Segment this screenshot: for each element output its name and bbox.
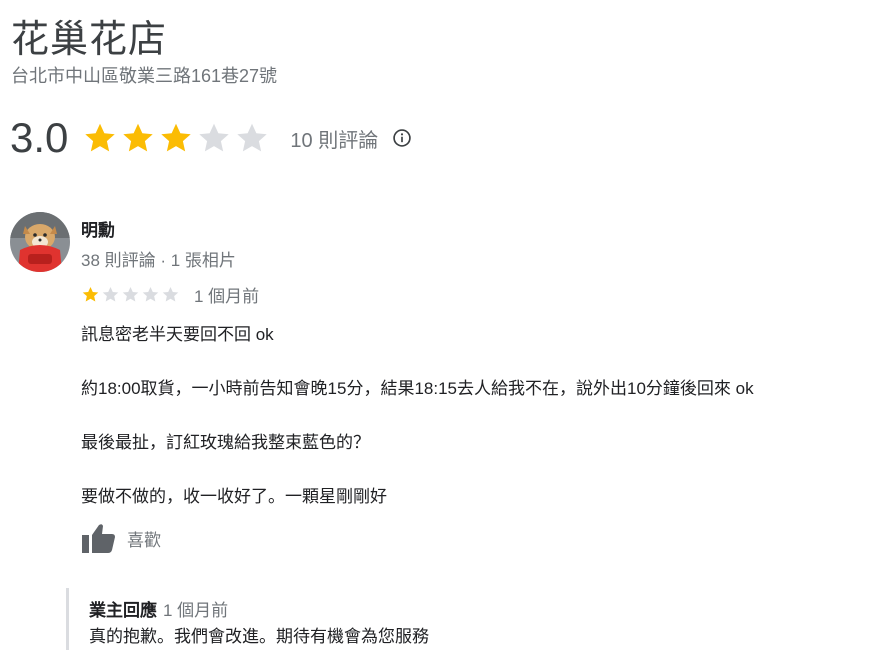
like-label: 喜歡 <box>127 530 161 550</box>
info-icon[interactable] <box>391 127 413 149</box>
store-address: 台北市中山區敬業三路161巷27號 <box>11 66 278 86</box>
review-time: 1 個月前 <box>194 287 260 306</box>
reviewer-name[interactable]: 明勳 <box>81 216 115 241</box>
star-icon <box>161 123 192 152</box>
owner-reply-text: 真的抱歉。我們會改進。期待有機會為您服務 <box>89 627 429 646</box>
star-icon <box>199 123 230 152</box>
review-paragraph: 約18:00取貨，一小時前告知會晚15分，結果18:15去人給我不在，說外出10… <box>81 379 754 398</box>
owner-reply-title: 業主回應 <box>89 601 157 620</box>
star-icon <box>122 286 139 302</box>
like-button[interactable]: 喜歡 <box>81 522 161 554</box>
star-icon <box>102 286 119 302</box>
star-icon <box>85 123 116 152</box>
star-icon <box>82 286 99 302</box>
avatar[interactable] <box>10 212 70 272</box>
review-stars <box>81 285 180 304</box>
reviewer-meta: 38 則評論 · 1 張相片 <box>81 251 236 270</box>
star-icon <box>142 286 159 302</box>
rating-stars <box>82 120 270 156</box>
star-icon <box>123 123 154 152</box>
review-paragraph: 訊息密老半天要回不回 ok <box>81 325 274 344</box>
rating-value: 3.0 <box>10 114 69 161</box>
owner-reply: 業主回應 1 個月前 真的抱歉。我們會改進。期待有機會為您服務 <box>66 588 846 650</box>
review-rating: 1 個月前 <box>81 282 259 307</box>
review-paragraph: 要做不做的，收一收好了。一顆星剛剛好 <box>81 487 387 506</box>
review-count-link[interactable]: 10 則評論 <box>290 124 378 153</box>
rating-summary: 3.0 10 則評論 <box>10 108 413 168</box>
thumbs-up-icon <box>82 524 115 553</box>
store-name: 花巢花店 <box>11 19 168 61</box>
star-icon <box>237 123 268 152</box>
review-paragraph: 最後最扯，訂紅玫瑰給我整束藍色的？ <box>81 433 370 452</box>
star-icon <box>162 286 179 302</box>
owner-reply-time: 1 個月前 <box>163 601 229 620</box>
